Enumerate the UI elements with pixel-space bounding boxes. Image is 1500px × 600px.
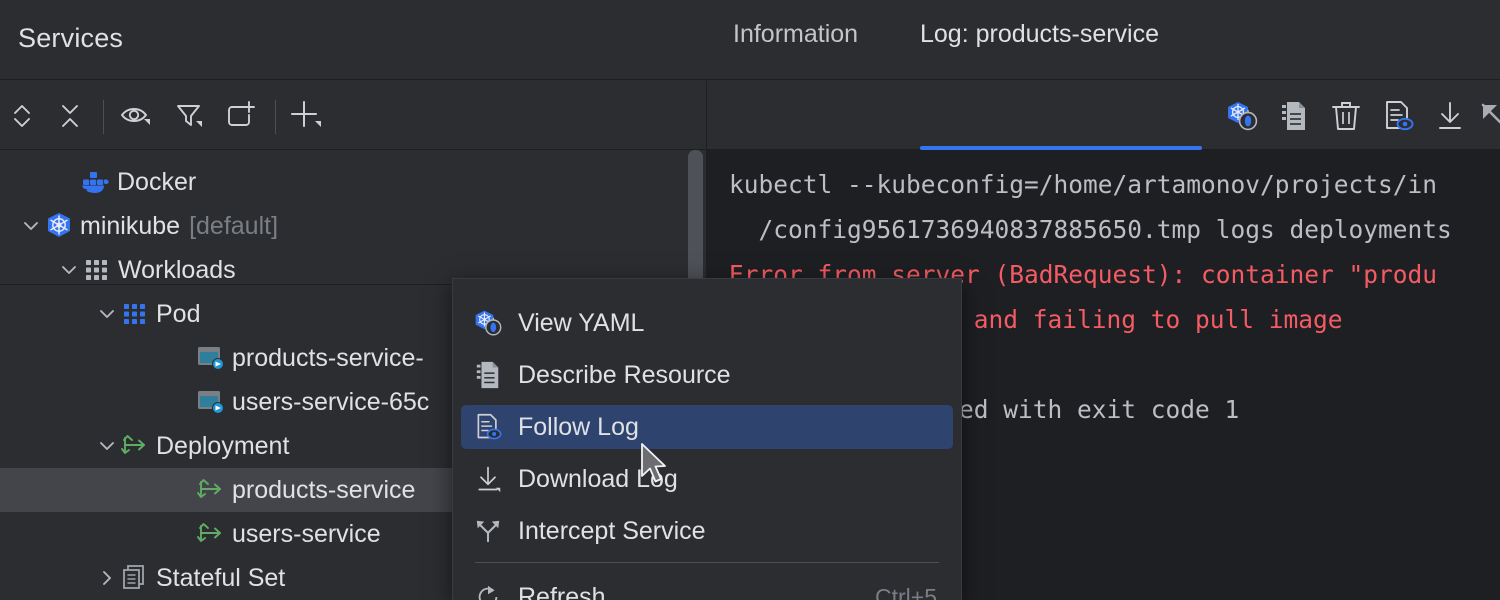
log-line: ed with exit code 1 [959,387,1239,432]
tree-node-icon [120,564,150,592]
tab-information[interactable]: Information [733,0,858,69]
tree-node-label: Workloads [118,256,236,285]
tree-node-icon [82,256,112,284]
deployment-icon [196,476,226,504]
menu-item-view-yaml[interactable]: View YAML [461,301,953,345]
tree-node-label: users-service-65c [232,388,429,417]
page-title: Services [18,23,123,54]
tree-node-icon [196,388,226,416]
menu-item-describe-resource[interactable]: Describe Resource [461,353,953,397]
view-yaml-icon [473,308,503,338]
tree-node-label: Deployment [156,432,289,461]
menu-item-icon [471,464,505,494]
chevron-right-icon[interactable] [94,565,120,591]
menu-item-label: Describe Resource [518,361,731,390]
tree-node-icon [196,344,226,372]
tree-node-icon [44,211,74,241]
tree-node-docker[interactable]: Docker [0,160,707,204]
stateful-set-icon [121,564,149,592]
menu-item-icon [471,411,505,443]
menu-item-icon [471,583,505,600]
twisty-spacer [170,521,196,547]
menu-item-label: Download Log [518,465,678,494]
tree-vertical-scrollbar[interactable] [688,150,703,284]
menu-item-label: Follow Log [518,413,639,442]
download-log-icon [474,464,502,494]
tree-node-icon [120,300,150,328]
tree-node-label: Docker [117,168,196,197]
menu-item-icon [471,359,505,391]
tree-node-label: products-service [232,476,415,505]
menu-item-icon [471,308,505,338]
tree-node-icon [120,432,150,460]
context-menu[interactable]: View YAML Describe Resource Follow Log [452,278,962,600]
services-toolbar [0,81,710,150]
describe-resource-icon[interactable] [1272,94,1316,138]
menu-item-download-log[interactable]: Download Log [461,457,953,501]
twisty-spacer [170,477,196,503]
refresh-icon [474,583,502,600]
expand-collapse-icon[interactable] [0,94,44,138]
log-line: and failing to pull image [959,297,1343,342]
twisty-spacer [170,345,196,371]
deployment-icon [196,520,226,548]
filter-icon[interactable] [167,94,211,138]
menu-item-refresh[interactable]: Refresh Ctrl+5 [461,575,953,600]
grid-blue-icon [121,300,149,328]
new-tab-icon[interactable] [218,94,262,138]
menu-separator [475,562,939,563]
tree-node-label: users-service [232,520,381,549]
chevron-down-icon[interactable] [18,213,44,239]
pod-icon [196,388,226,416]
chevron-down-icon[interactable] [94,433,120,459]
services-tool-window: Services [0,0,1500,600]
tab-information-label: Information [733,20,858,49]
twisty-spacer [55,169,81,195]
pod-icon [196,344,226,372]
menu-item-label: Refresh [518,583,606,600]
twisty-spacer [170,389,196,415]
add-icon[interactable] [284,94,328,138]
tree-node-label: minikube [80,212,180,241]
view-yaml-icon[interactable] [1220,94,1264,138]
docker-icon [81,169,111,195]
chevron-down-icon[interactable] [94,301,120,327]
toolbar-separator-1 [103,100,104,134]
download-log-icon[interactable] [1428,94,1472,138]
tree-node-label: Stateful Set [156,564,285,593]
menu-item-follow-log[interactable]: Follow Log [461,405,953,449]
tab-log-products-service[interactable]: Log: products-service [920,0,1159,69]
grid-icon [83,256,111,284]
intercept-service-icon [474,517,502,545]
menu-item-label: View YAML [518,309,644,338]
eye-icon[interactable] [113,94,157,138]
delete-icon[interactable] [1324,94,1368,138]
menu-item-shortcut: Ctrl+5 [875,584,937,600]
log-line: /config9561736940837885650.tmp logs depl… [729,207,1452,252]
deployment-icon [120,432,150,460]
menu-item-icon [471,517,505,545]
kubernetes-icon [44,211,74,241]
tree-node-icon [81,169,111,195]
expand-panel-icon[interactable] [1472,94,1500,138]
collapse-all-icon[interactable] [48,94,92,138]
tree-node-label: products-service- [232,344,424,373]
follow-log-icon[interactable] [1376,94,1420,138]
describe-resource-icon [474,359,502,391]
toolbar-separator-2 [275,100,276,134]
follow-log-icon [474,411,502,443]
log-line: kubectl --kubeconfig=/home/artamonov/pro… [729,162,1437,207]
chevron-down-icon[interactable] [56,257,82,283]
tree-node-minikube[interactable]: minikube [default] [0,204,707,248]
tree-node-icon [196,520,226,548]
tree-node-sublabel: [default] [189,212,278,241]
menu-item-intercept-service[interactable]: Intercept Service [461,509,953,553]
tab-log-label: Log: products-service [920,20,1159,49]
tree-node-label: Pod [156,300,200,329]
tree-node-icon [196,476,226,504]
menu-item-label: Intercept Service [518,517,706,546]
